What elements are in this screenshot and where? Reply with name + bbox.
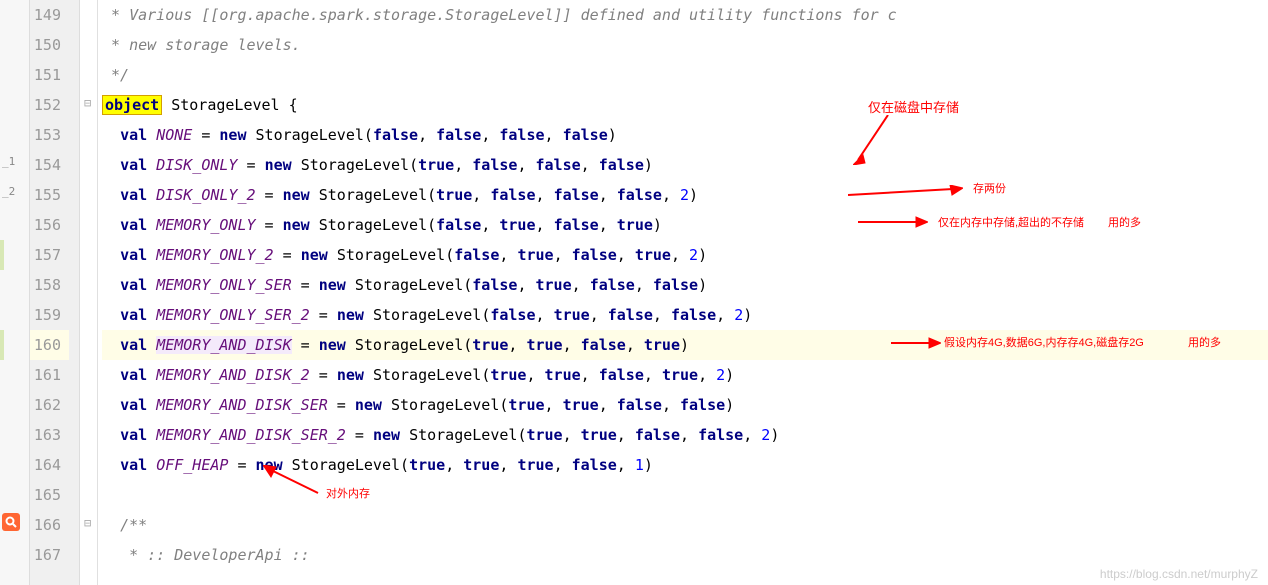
- line-number: 158: [30, 270, 69, 300]
- code-content[interactable]: * Various [[org.apache.spark.storage.Sto…: [98, 0, 1268, 585]
- watermark: https://blog.csdn.net/murphyZ: [1100, 567, 1258, 581]
- marker-column: _1 _2: [0, 0, 30, 585]
- bookmark-2: _2: [2, 185, 15, 198]
- line-number: 166: [30, 510, 69, 540]
- line-number: 149: [30, 0, 69, 30]
- line-number: 167: [30, 540, 69, 570]
- line-number: 156: [30, 210, 69, 240]
- annotation-memory-only-suffix: 用的多: [1108, 214, 1141, 230]
- code-line: object StorageLevel {: [102, 90, 1268, 120]
- line-number: 161: [30, 360, 69, 390]
- code-line: val NONE = new StorageLevel(false, false…: [102, 120, 1268, 150]
- annotation-off-heap: 对外内存: [326, 485, 370, 501]
- code-line: val DISK_ONLY_2 = new StorageLevel(true,…: [102, 180, 1268, 210]
- code-line: * :: DeveloperApi ::: [102, 540, 1268, 570]
- line-number: 163: [30, 420, 69, 450]
- annotation-memory-and-disk-suffix: 用的多: [1188, 334, 1221, 350]
- line-number: 165: [30, 480, 69, 510]
- arrow-icon: [853, 115, 893, 165]
- search-icon[interactable]: [2, 513, 20, 531]
- arrow-icon: [891, 336, 941, 350]
- code-line: /**: [102, 510, 1268, 540]
- code-line: val MEMORY_ONLY_SER = new StorageLevel(f…: [102, 270, 1268, 300]
- code-line: val MEMORY_ONLY_SER_2 = new StorageLevel…: [102, 300, 1268, 330]
- code-line: val DISK_ONLY = new StorageLevel(true, f…: [102, 150, 1268, 180]
- line-number: 150: [30, 30, 69, 60]
- object-keyword: object: [102, 95, 162, 115]
- change-marker: [0, 240, 4, 270]
- annotation-two-copies: 存两份: [973, 180, 1006, 196]
- annotation-memory-and-disk: 假设内存4G,数据6G,内存存4G,磁盘存2G: [944, 334, 1144, 350]
- line-number: 154: [30, 150, 69, 180]
- change-marker: [0, 330, 4, 360]
- line-number: 155: [30, 180, 69, 210]
- code-line: val MEMORY_ONLY = new StorageLevel(false…: [102, 210, 1268, 240]
- code-line: val MEMORY_AND_DISK_SER_2 = new StorageL…: [102, 420, 1268, 450]
- line-number: 159: [30, 300, 69, 330]
- arrow-icon: [848, 185, 963, 199]
- code-line: val MEMORY_AND_DISK_2 = new StorageLevel…: [102, 360, 1268, 390]
- arrow-icon: [263, 465, 323, 495]
- line-number-gutter: 149 150 151 152 153 154 155 156 157 158 …: [30, 0, 80, 585]
- arrow-icon: [858, 215, 928, 229]
- fold-toggle-icon[interactable]: ⊟: [84, 96, 91, 110]
- line-number: 162: [30, 390, 69, 420]
- code-line: val MEMORY_AND_DISK_SER = new StorageLev…: [102, 390, 1268, 420]
- fold-column: ⊟ ⊟: [80, 0, 98, 585]
- annotation-disk-only: 仅在磁盘中存储: [868, 97, 959, 116]
- line-number: 153: [30, 120, 69, 150]
- code-editor[interactable]: _1 _2 149 150 151 152 153 154 155 156 15…: [0, 0, 1268, 585]
- fold-toggle-icon[interactable]: ⊟: [84, 516, 91, 530]
- line-number: 151: [30, 60, 69, 90]
- annotation-memory-only: 仅在内存中存储,超出的不存储: [938, 214, 1084, 230]
- line-number: 164: [30, 450, 69, 480]
- code-line: val MEMORY_ONLY_2 = new StorageLevel(fal…: [102, 240, 1268, 270]
- bookmark-1: _1: [2, 155, 15, 168]
- code-line: * new storage levels.: [102, 30, 1268, 60]
- line-number: 160: [30, 330, 69, 360]
- code-line: * Various [[org.apache.spark.storage.Sto…: [102, 0, 1268, 30]
- line-number: 152: [30, 90, 69, 120]
- code-line: */: [102, 60, 1268, 90]
- line-number: 157: [30, 240, 69, 270]
